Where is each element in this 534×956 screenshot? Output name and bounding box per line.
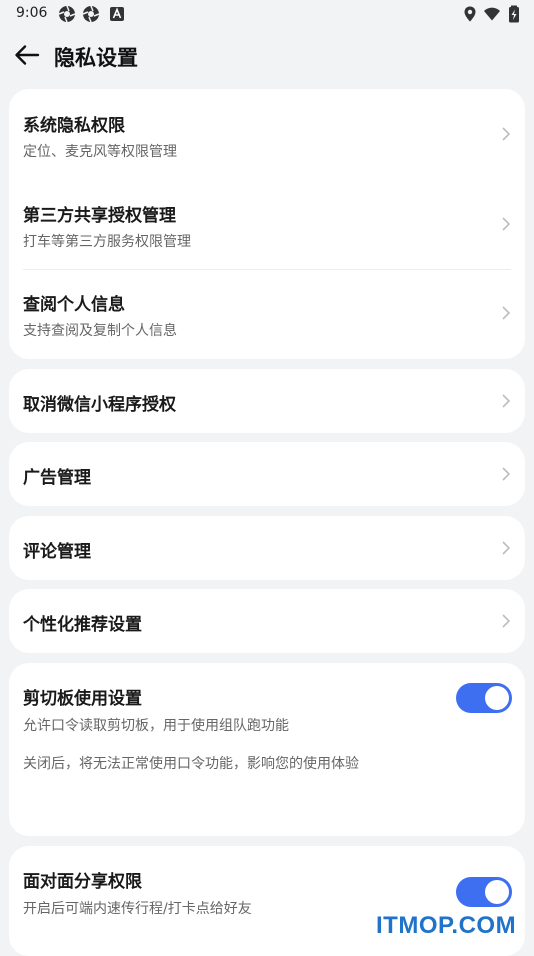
item-subtitle: 打车等第三方服务权限管理 bbox=[23, 234, 191, 250]
item-title: 第三方共享授权管理 bbox=[23, 206, 176, 226]
clipboard-card: 剪切板使用设置 允许口令读取剪切板，用于使用组队跑功能 关闭后，将无法正常使用口… bbox=[9, 663, 525, 836]
battery-icon bbox=[509, 5, 519, 23]
third-party-sharing-item[interactable]: 第三方共享授权管理 打车等第三方服务权限管理 bbox=[9, 179, 525, 269]
watermark-text: ITMOP.COM bbox=[376, 912, 517, 939]
item-title: 查阅个人信息 bbox=[23, 295, 125, 315]
comments-card: 评论管理 bbox=[9, 516, 525, 580]
item-title: 个性化推荐设置 bbox=[23, 615, 142, 635]
ads-card: 广告管理 bbox=[9, 442, 525, 506]
back-button[interactable] bbox=[10, 38, 44, 72]
personalized-card: 个性化推荐设置 bbox=[9, 589, 525, 653]
revoke-wechat-miniprogram-item[interactable]: 取消微信小程序授权 bbox=[9, 369, 525, 433]
system-privacy-permissions-item[interactable]: 系统隐私权限 定位、麦克风等权限管理 bbox=[9, 89, 525, 179]
item-title: 系统隐私权限 bbox=[23, 116, 125, 136]
back-arrow-icon bbox=[15, 45, 40, 65]
item-subtitle: 定位、麦克风等权限管理 bbox=[23, 144, 177, 160]
clipboard-title: 剪切板使用设置 bbox=[23, 689, 142, 709]
aperture-icon bbox=[82, 5, 100, 23]
location-icon bbox=[464, 6, 476, 22]
privacy-permissions-card: 系统隐私权限 定位、麦克风等权限管理 第三方共享授权管理 打车等第三方服务权限管… bbox=[9, 89, 525, 359]
view-personal-info-item[interactable]: 查阅个人信息 支持查阅及复制个人信息 bbox=[9, 269, 525, 359]
item-title: 取消微信小程序授权 bbox=[23, 395, 176, 415]
status-time: 9:06 bbox=[16, 5, 48, 21]
face-share-subtitle: 开启后可端内速传行程/打卡点给好友 bbox=[23, 901, 252, 917]
top-app-bar: 隐私设置 bbox=[0, 30, 534, 82]
item-title: 评论管理 bbox=[23, 542, 91, 562]
wechat-miniprogram-card: 取消微信小程序授权 bbox=[9, 369, 525, 433]
clipboard-subtitle: 允许口令读取剪切板，用于使用组队跑功能 bbox=[23, 718, 289, 734]
wifi-icon bbox=[484, 7, 500, 21]
chevron-right-icon bbox=[502, 394, 511, 408]
chevron-right-icon bbox=[502, 614, 511, 628]
personalized-recommendation-item[interactable]: 个性化推荐设置 bbox=[9, 589, 525, 653]
chevron-right-icon bbox=[502, 467, 511, 481]
ads-management-item[interactable]: 广告管理 bbox=[9, 442, 525, 506]
chevron-right-icon bbox=[502, 541, 511, 555]
face-share-title: 面对面分享权限 bbox=[23, 872, 142, 892]
chevron-right-icon bbox=[502, 217, 511, 231]
status-bar: 9:06 bbox=[0, 0, 534, 28]
face-share-toggle[interactable] bbox=[456, 877, 512, 907]
comment-management-item[interactable]: 评论管理 bbox=[9, 516, 525, 580]
toggle-knob bbox=[485, 880, 509, 904]
clipboard-toggle[interactable] bbox=[456, 683, 512, 713]
aperture-icon bbox=[58, 5, 76, 23]
item-subtitle: 支持查阅及复制个人信息 bbox=[23, 323, 177, 339]
item-title: 广告管理 bbox=[23, 468, 91, 488]
toggle-knob bbox=[485, 686, 509, 710]
clipboard-note: 关闭后，将无法正常使用口令功能，影响您的使用体验 bbox=[23, 756, 359, 772]
a-badge-icon bbox=[110, 7, 124, 21]
chevron-right-icon bbox=[502, 127, 511, 141]
chevron-right-icon bbox=[502, 306, 511, 320]
page-title: 隐私设置 bbox=[54, 46, 138, 70]
